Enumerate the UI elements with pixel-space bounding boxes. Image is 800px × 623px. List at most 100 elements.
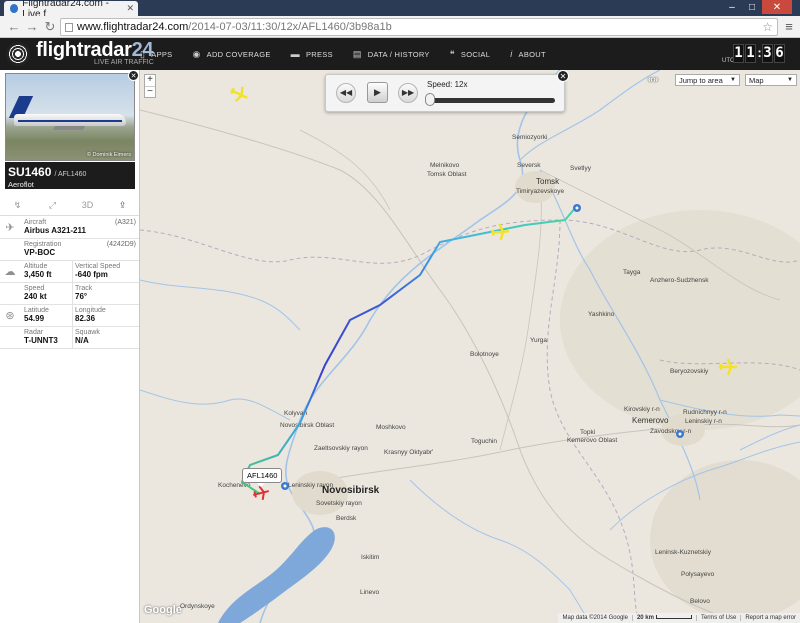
map-type-select[interactable]: Map ▼ xyxy=(745,74,797,86)
place-label: Yashkino xyxy=(588,311,615,318)
place-label: Kemerovo Oblast xyxy=(567,437,618,444)
play-button[interactable]: ▶ xyxy=(367,82,388,103)
phone-icon: ▯ xyxy=(140,48,146,59)
place-label: Berdsk xyxy=(336,515,357,522)
playback-close-icon[interactable]: ✕ xyxy=(557,70,569,82)
nav-press[interactable]: ▬ PRESS xyxy=(291,49,333,59)
collapse-arrows-icon[interactable]: «» xyxy=(648,74,672,86)
radar-logo-icon xyxy=(6,42,30,66)
flight-callout[interactable]: AFL1460 xyxy=(242,468,283,487)
window-controls: – □ ✕ xyxy=(722,0,792,14)
map-data-text: Map data ©2014 Google xyxy=(562,615,628,621)
nav-social[interactable]: ❝ SOCIAL xyxy=(450,49,490,60)
maximize-icon[interactable]: □ xyxy=(742,0,762,14)
place-label: Timiryazevskoye xyxy=(516,188,565,195)
logo[interactable]: flightradar24 LIVE AIR TRAFFIC xyxy=(6,40,154,67)
zoom-control: + − xyxy=(144,74,156,98)
altitude-value: 3,450 ft xyxy=(24,270,52,279)
tab-close-icon[interactable]: ✕ xyxy=(126,3,134,14)
place-label: Svetlyy xyxy=(570,165,591,172)
fast-forward-button[interactable]: ▶▶ xyxy=(398,83,418,103)
place-label: Kolyvan xyxy=(284,410,308,417)
panel-close-icon[interactable]: ✕ xyxy=(128,70,139,81)
terms-link[interactable]: Terms of Use xyxy=(695,615,740,621)
satellite-icon: ⊛ xyxy=(5,310,15,322)
place-label: Rudnichnyy r-n xyxy=(683,409,727,416)
place-label: Novosibirsk xyxy=(322,485,380,496)
scale-label: 20 km xyxy=(636,615,654,621)
place-label: Seversk xyxy=(517,162,541,169)
map-type-label: Map xyxy=(749,75,764,85)
forward-arrow-icon[interactable]: → xyxy=(24,19,40,35)
radar-value: T-UNNT3 xyxy=(24,336,58,345)
speed-slider-track[interactable] xyxy=(429,98,555,103)
address-bar: ← → ↻ www.flightradar24.com/2014-07-03/1… xyxy=(0,16,800,38)
zoom-out-button[interactable]: − xyxy=(145,86,155,97)
place-label: Topki xyxy=(580,429,596,436)
minimize-icon[interactable]: – xyxy=(722,0,742,14)
3d-view-button[interactable]: 3D xyxy=(70,194,105,215)
url-path: /2014-07-03/11:30/12x/AFL1460/3b98a1b xyxy=(188,21,392,33)
browser-menu-icon[interactable]: ≡ xyxy=(782,19,796,35)
share-icon[interactable]: ⇪ xyxy=(105,194,139,215)
place-label: Ordynskoye xyxy=(180,603,215,610)
position-row: ⊛ Latitude 54.99 Longitude 82.36 xyxy=(0,305,139,327)
reload-icon[interactable]: ↻ xyxy=(42,19,58,35)
registration-label: Registration xyxy=(24,241,62,248)
nav-label: ABOUT xyxy=(518,49,546,59)
back-arrow-icon[interactable]: ← xyxy=(6,19,22,35)
map-canvas[interactable]: Semiozyorki Melnikovo Tomsk Oblast Sever… xyxy=(140,70,800,623)
longitude-label: Longitude xyxy=(75,307,106,314)
clock-digit: 6 xyxy=(774,44,785,63)
nav-add-coverage[interactable]: ◉ ADD COVERAGE xyxy=(192,49,270,60)
flight-callsign: SU1460 xyxy=(8,165,52,179)
flight-info-panel: © Dominik Eimers ✕ SU1460 / AFL1460 Aero… xyxy=(0,70,140,623)
altitude-row: ☁ Altitude 3,450 ft Vertical Speed -640 fp… xyxy=(0,261,139,283)
expand-icon[interactable]: ⤢ xyxy=(35,194,70,215)
place-label: Beryozovskiy xyxy=(670,368,709,375)
track-value: 76° xyxy=(75,292,88,301)
browser-tab[interactable]: Flightradar24.com - Live f ✕ xyxy=(4,0,138,20)
zoom-in-button[interactable]: + xyxy=(145,75,155,86)
place-label: Moshkovo xyxy=(376,424,406,431)
window-close-icon[interactable]: ✕ xyxy=(762,0,792,14)
cloud-icon: ☁ xyxy=(4,266,16,278)
route-icon[interactable]: ↯ xyxy=(0,194,35,215)
utc-clock: 1 1 : 3 6 xyxy=(733,44,786,63)
report-error-link[interactable]: Report a map error xyxy=(740,615,800,621)
speed-slider-handle[interactable] xyxy=(425,93,435,106)
map-scale: 20 km xyxy=(631,615,696,621)
aircraft-label: Aircraft xyxy=(24,219,47,226)
squawk-value: N/A xyxy=(75,336,89,345)
place-label: Iskitim xyxy=(361,554,380,561)
place-label: Toguchin xyxy=(471,438,498,445)
latitude-label: Latitude xyxy=(24,307,49,314)
place-label: Krasnyy Oktyabr' xyxy=(384,449,434,456)
eye-icon: ◉ xyxy=(192,48,201,59)
clock-digit: 3 xyxy=(762,44,773,63)
nav-apps[interactable]: ▯ APPS xyxy=(140,49,172,60)
squawk-label: Squawk xyxy=(75,329,100,336)
nav-data-history[interactable]: ▤ DATA / HISTORY xyxy=(353,49,430,60)
info-icon: i xyxy=(510,49,513,59)
place-label: Anzhero-Sudzhensk xyxy=(650,277,709,284)
playback-panel: ◀◀ ▶ ▶▶ Speed: 12x ✕ xyxy=(325,70,569,112)
registration-code: (4242D9) xyxy=(106,241,136,248)
speed-label: Speed xyxy=(24,285,45,292)
vspeed-label: Vertical Speed xyxy=(75,263,121,270)
place-label: Polysayevo xyxy=(681,571,715,578)
place-label: Tomsk Oblast xyxy=(427,171,467,178)
favicon-icon xyxy=(10,4,19,13)
place-label: Bolotnoye xyxy=(470,351,499,358)
aircraft-photo[interactable]: © Dominik Eimers xyxy=(5,73,135,161)
browser-tabbar: Flightradar24.com - Live f ✕ – □ ✕ xyxy=(0,0,800,20)
nav-about[interactable]: i ABOUT xyxy=(510,49,546,59)
database-icon: ▤ xyxy=(352,48,362,59)
place-label: Melnikovo xyxy=(430,162,460,169)
bookmark-star-icon[interactable]: ☆ xyxy=(762,19,773,35)
clock-digit: 1 xyxy=(733,44,744,63)
url-input[interactable]: www.flightradar24.com/2014-07-03/11:30/1… xyxy=(60,18,778,36)
jump-to-area-select[interactable]: Jump to area ▼ xyxy=(675,74,740,86)
rewind-button[interactable]: ◀◀ xyxy=(336,83,356,103)
flight-details: ✈ Aircraft Airbus A321-211 (A321) Registr… xyxy=(0,217,139,349)
